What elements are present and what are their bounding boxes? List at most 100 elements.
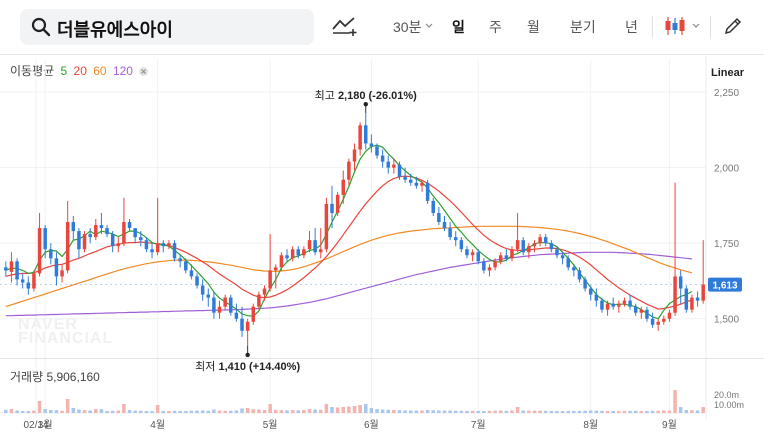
volume-bar (251, 409, 256, 413)
candle-body (161, 243, 166, 247)
candle-body (20, 279, 25, 283)
volume-tick-label: 10.00m (714, 400, 744, 410)
volume-bar (268, 404, 272, 413)
candle-body (54, 258, 59, 277)
candle-body (375, 146, 379, 156)
volume-bar (302, 410, 306, 413)
candle-body (684, 288, 689, 310)
volume-bar (622, 411, 627, 413)
volume-bar (403, 410, 407, 413)
candle-body (234, 312, 239, 319)
candle-body (150, 249, 154, 253)
candle-body (662, 318, 666, 322)
volume-bar (364, 404, 368, 413)
volume-bar (240, 408, 244, 413)
candle-body (290, 249, 295, 259)
volume-bar (515, 407, 520, 413)
volume-bar (60, 410, 64, 413)
volume-bar (99, 409, 104, 413)
volume-bar (549, 410, 554, 413)
volume-bar (116, 410, 121, 413)
volume-bar (695, 410, 700, 413)
volume-bar (656, 410, 660, 413)
candle-body (88, 234, 92, 238)
volume-bar (49, 410, 53, 413)
volume-bar (392, 410, 396, 413)
candle-body (678, 276, 683, 289)
x-tick-label: 7월 (471, 419, 486, 431)
volume-bar (229, 410, 233, 413)
axes: 02/143월 4월 5월 6월 7월 8월 9월2,2502,0001,7501,5002… (23, 88, 744, 431)
volume-bar (465, 410, 469, 413)
candle-body (364, 125, 368, 144)
candle-body (296, 249, 301, 256)
volume-bar (234, 410, 239, 413)
candle-body (200, 285, 205, 295)
candle-body (493, 261, 497, 268)
candle-body (605, 303, 610, 310)
volume-bar (172, 410, 177, 413)
price-chart[interactable]: 02/143월 4월 5월 6월 7월 8월 9월2,2502,0001,7501,5002… (0, 0, 764, 433)
volume-bar (88, 410, 92, 413)
candle-body (285, 255, 289, 259)
chart-grid (0, 56, 707, 420)
volume-bar (9, 408, 14, 413)
candle-body (482, 261, 486, 271)
candle-body (105, 228, 109, 235)
candle-body (155, 243, 160, 253)
volume-bar (459, 410, 464, 413)
volume-bar (347, 406, 351, 413)
candle-body (4, 267, 8, 271)
volume-bar (15, 410, 19, 413)
volume-bar (594, 410, 599, 413)
candle-body (459, 240, 464, 250)
candle-body (116, 243, 121, 247)
candle-body (99, 225, 104, 229)
volume-bar (453, 410, 458, 413)
volume-bar (26, 411, 31, 413)
volume-bar (482, 411, 486, 413)
volume-bar (195, 410, 199, 413)
volume-bar (437, 410, 441, 413)
volume-bar (189, 410, 194, 413)
candle-body (397, 164, 402, 177)
high-annotation: 최고 2,180 (-26.01%) (315, 89, 418, 102)
x-tick-label: 9월 (662, 419, 677, 431)
candle-body (217, 306, 222, 313)
candle-body (515, 240, 520, 250)
candle-body (189, 270, 194, 277)
volume-bar (161, 410, 166, 413)
candle-body (262, 288, 267, 295)
volume-bar (448, 410, 452, 413)
volume-bar (71, 408, 76, 413)
volume-bar (178, 410, 182, 413)
candle-body (15, 261, 19, 280)
candle-body (9, 261, 14, 272)
candle-body (583, 279, 587, 289)
volume-bars (4, 390, 705, 413)
candle-body (476, 252, 480, 262)
candle-body (639, 309, 644, 313)
high-marker-dot (363, 102, 368, 107)
candle-body (566, 258, 570, 268)
volume-bar (319, 409, 323, 413)
volume-bar (560, 411, 565, 413)
volume-bar (701, 407, 705, 413)
volume-bar (673, 390, 677, 413)
candle-body (77, 231, 81, 250)
candle-body (223, 297, 227, 307)
candle-body (667, 312, 672, 319)
volume-bar (650, 410, 655, 413)
volume-bar (65, 399, 70, 413)
volume-bar (139, 410, 143, 413)
volume-bar (380, 409, 385, 413)
candle-body (358, 125, 362, 150)
candle-body (622, 300, 627, 304)
candle-body (555, 249, 559, 256)
candle-body (240, 318, 244, 331)
volume-bar (420, 410, 424, 413)
volume-divider (0, 358, 764, 359)
candle-body (611, 303, 615, 307)
candle-body (127, 222, 132, 229)
volume-bar (639, 411, 644, 413)
